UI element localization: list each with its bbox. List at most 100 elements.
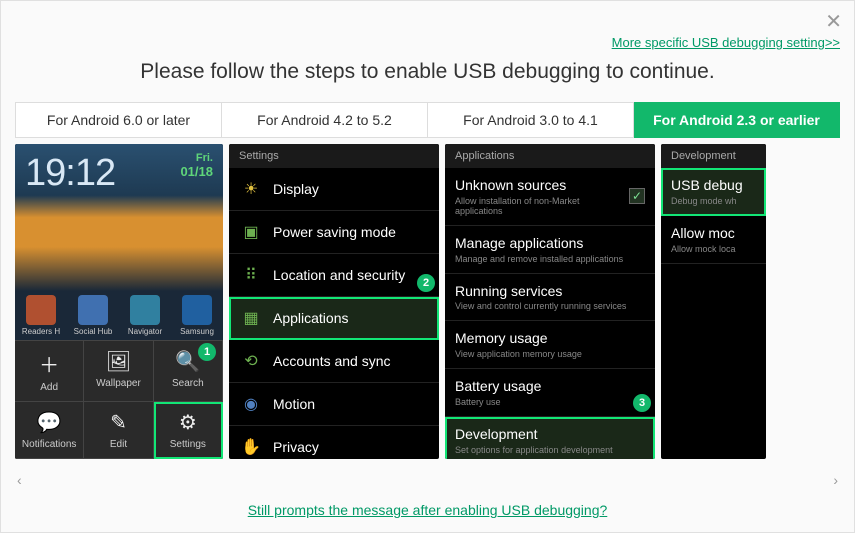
settings-header: Settings: [229, 144, 439, 168]
row-text: Battery usageBattery use: [455, 378, 645, 407]
row-label: Memory usage: [455, 330, 645, 347]
row-text: Display: [273, 181, 429, 198]
row-sublabel: Debug mode wh: [671, 196, 756, 206]
list-item: Unknown sourcesAllow installation of non…: [445, 168, 655, 226]
dock-item: Readers H: [15, 291, 67, 340]
setting-icon: ⟲: [239, 349, 263, 373]
development-header: Development: [661, 144, 766, 168]
home-wallpaper: 19:12 Fri. 01/18: [15, 144, 223, 291]
row-text: Running servicesView and control current…: [455, 283, 645, 312]
wallpaper-icon: 🖼: [106, 349, 131, 374]
tab-android-3[interactable]: For Android 2.3 or earlier: [634, 102, 840, 138]
list-item: ▦ Applications: [229, 297, 439, 340]
list-item: Development Set options for application d…: [445, 417, 655, 459]
settings-icon: ⚙: [179, 410, 197, 435]
menu-label: Notifications: [22, 439, 76, 450]
list-item: ▣ Power saving mode: [229, 211, 439, 254]
list-item: ✋ Privacy: [229, 426, 439, 459]
row-label: Running services: [455, 283, 645, 300]
checkbox-icon: ✓: [629, 188, 645, 204]
row-label: Display: [273, 181, 429, 198]
still-prompts-link[interactable]: Still prompts the message after enabling…: [15, 502, 840, 518]
row-text: Applications: [273, 310, 429, 327]
screenshot-home: 19:12 Fri. 01/18 Readers H Social Hub Navi…: [15, 144, 223, 459]
menu-notifications: 💬 Notifications: [15, 402, 84, 459]
row-text: USB debug Debug mode wh: [671, 177, 756, 206]
row-sublabel: Allow mock loca: [671, 244, 756, 254]
row-label: Motion: [273, 396, 429, 413]
clock-time: 19:12: [25, 152, 115, 283]
list-item: ⠿Location and security2: [229, 254, 439, 297]
row-label: Location and security: [273, 267, 429, 284]
usb-debugging-dialog: ✕ More specific USB debugging setting>> …: [0, 0, 855, 533]
home-dock: Readers H Social Hub Navigator Samsung: [15, 291, 223, 340]
row-sublabel: View application memory usage: [455, 349, 645, 359]
setting-icon: ▦: [239, 306, 263, 330]
row-label: USB debug: [671, 177, 756, 194]
scroll-left-icon[interactable]: ‹: [17, 472, 22, 488]
dialog-title: Please follow the steps to enable USB de…: [15, 60, 840, 84]
menu-search: 🔍 Search 1: [154, 341, 223, 402]
menu-label: Edit: [110, 439, 127, 450]
tab-android-1[interactable]: For Android 4.2 to 5.2: [222, 102, 428, 138]
menu-label: Search: [172, 378, 204, 389]
dock-label: Navigator: [128, 327, 162, 336]
more-specific-link[interactable]: More specific USB debugging setting>>: [15, 35, 840, 50]
setting-icon: ☀: [239, 177, 263, 201]
app-icon: [26, 295, 56, 325]
row-label: Unknown sources: [455, 177, 629, 194]
close-icon[interactable]: ✕: [825, 9, 842, 34]
menu-add: ＋ Add: [15, 341, 84, 402]
menu-label: Settings: [170, 439, 206, 450]
scroll-right-icon[interactable]: ›: [833, 472, 838, 488]
row-label: Development: [455, 426, 645, 443]
menu-wallpaper: 🖼Wallpaper: [84, 341, 153, 402]
screenshot-development: Development USB debug Debug mode wh Allow …: [661, 144, 766, 459]
tab-android-2[interactable]: For Android 3.0 to 4.1: [428, 102, 634, 138]
row-text: Allow moc Allow mock loca: [671, 225, 756, 254]
dock-item: Samsung: [171, 291, 223, 340]
row-text: Location and security: [273, 267, 429, 284]
row-label: Manage applications: [455, 235, 645, 252]
tab-android-0[interactable]: For Android 6.0 or later: [15, 102, 222, 138]
dock-label: Samsung: [180, 327, 214, 336]
list-item: Allow moc Allow mock loca: [661, 216, 766, 264]
clock-date: Fri. 01/18: [180, 152, 213, 283]
screenshot-applications: Applications Unknown sourcesAllow instal…: [445, 144, 655, 459]
app-icon: [182, 295, 212, 325]
app-icon: [78, 295, 108, 325]
clock-day: Fri.: [180, 152, 213, 164]
row-label: Accounts and sync: [273, 353, 429, 370]
screenshot-row[interactable]: 19:12 Fri. 01/18 Readers H Social Hub Navi…: [15, 144, 840, 468]
row-label: Privacy: [273, 439, 429, 456]
dock-label: Social Hub: [74, 327, 113, 336]
list-item: Manage applications Manage and remove ins…: [445, 226, 655, 274]
list-item: ◉ Motion: [229, 383, 439, 426]
list-item: ⟲ Accounts and sync: [229, 340, 439, 383]
list-item: ☀ Display: [229, 168, 439, 211]
add-icon: ＋: [39, 349, 59, 378]
row-text: Power saving mode: [273, 224, 429, 241]
row-label: Power saving mode: [273, 224, 429, 241]
row-label: Allow moc: [671, 225, 756, 242]
row-sublabel: Set options for application development: [455, 445, 645, 455]
row-text: Accounts and sync: [273, 353, 429, 370]
row-text: Development Set options for application d…: [455, 426, 645, 455]
list-item: Memory usage View application memory usag…: [445, 321, 655, 369]
dock-label: Readers H: [22, 327, 60, 336]
list-item: Battery usageBattery use3: [445, 369, 655, 417]
scrollbar[interactable]: ‹ ›: [15, 468, 840, 492]
setting-icon: ◉: [239, 392, 263, 416]
dock-item: Navigator: [119, 291, 171, 340]
menu-label: Add: [40, 382, 58, 393]
home-menu-grid: ＋Add🖼Wallpaper🔍Search1💬Notifications✎Edi…: [15, 340, 223, 459]
notifications-icon: 💬: [37, 410, 62, 435]
search-icon: 🔍: [175, 349, 200, 374]
step-badge: 1: [198, 343, 216, 361]
setting-icon: ✋: [239, 435, 263, 459]
setting-icon: ▣: [239, 220, 263, 244]
dock-item: Social Hub: [67, 291, 119, 340]
row-label: Applications: [273, 310, 429, 327]
row-sublabel: View and control currently running servi…: [455, 301, 645, 311]
row-sublabel: Manage and remove installed applications: [455, 254, 645, 264]
